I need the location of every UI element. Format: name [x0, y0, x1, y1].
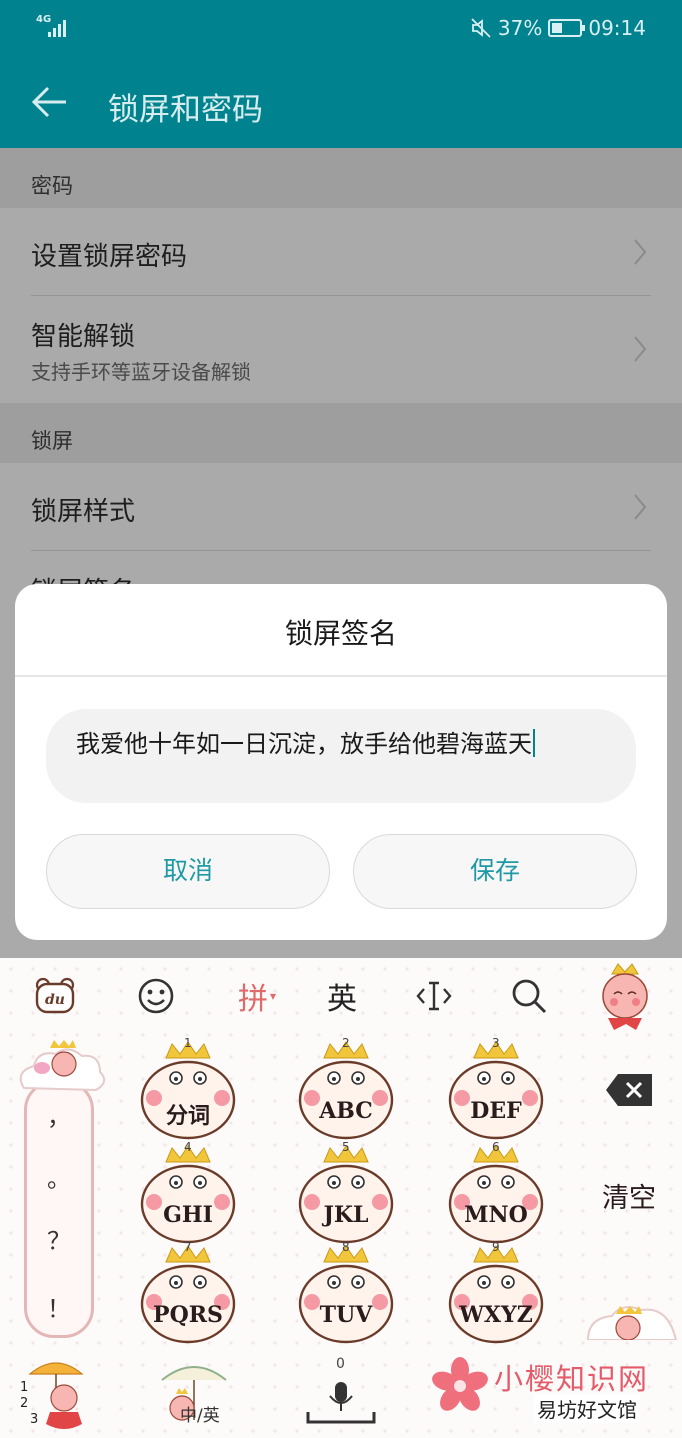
key-2[interactable]: 2 ABC [284, 1036, 408, 1140]
battery-icon [548, 19, 586, 37]
mascot-face-icon [448, 1245, 544, 1344]
key-number: 4 [184, 1140, 192, 1154]
english-mode-button[interactable]: 英 [320, 974, 364, 1018]
key-label: JKL [323, 1202, 369, 1228]
clock: 09:14 [588, 16, 646, 40]
backspace-icon[interactable] [592, 1070, 666, 1110]
punct-comma[interactable]: ， [27, 1097, 91, 1132]
key-5[interactable]: 5 JKL [284, 1140, 408, 1244]
status-bar: 4G 37% 09:14 [0, 0, 682, 56]
mute-icon [471, 18, 491, 38]
save-button[interactable]: 保存 [353, 834, 637, 909]
battery-percent: 37% [497, 16, 543, 40]
zero-label: 0 [336, 1356, 345, 1372]
du-logo-button[interactable]: du [34, 974, 76, 1018]
key-label: ABC [319, 1098, 373, 1124]
mascot-face-icon [448, 1041, 544, 1140]
key-6[interactable]: 6 MNO [434, 1140, 558, 1244]
punctuation-column: ， 。 ？ ！ [14, 1040, 106, 1340]
chevron-right-icon [634, 336, 647, 362]
mascot-face-icon [448, 1145, 544, 1244]
key-number: 1 [184, 1036, 192, 1050]
key-number: 8 [342, 1240, 350, 1254]
watermark-brand: 小樱知识网 [494, 1362, 650, 1396]
key-3[interactable]: 3 DEF [434, 1036, 558, 1140]
mascot-face-icon [140, 1145, 236, 1244]
arrow-left-icon[interactable] [30, 82, 70, 122]
watermark: 小樱知识网 易坊好文馆 [430, 1354, 675, 1436]
microphone-icon [306, 1382, 376, 1424]
mascot-face-icon [140, 1245, 236, 1344]
dialog-title: 锁屏签名 [284, 617, 397, 650]
bear-icon: du [35, 977, 75, 1014]
key-number: 6 [492, 1140, 500, 1154]
key-4[interactable]: 4 GHI [126, 1140, 250, 1244]
mascot-face-icon [298, 1145, 394, 1244]
key-number: 7 [184, 1240, 192, 1254]
setting-subtitle: 支持手环等蓝牙设备解锁 [31, 360, 251, 384]
key-number: 9 [492, 1240, 500, 1254]
signal-icon: 4G [36, 14, 76, 40]
signature-text: 我爱他十年如一日沉淀，放手给他碧海蓝天 [76, 730, 532, 758]
section-header-password: 密码 [0, 148, 682, 208]
number-switch-key[interactable]: 1 2 3 [16, 1358, 92, 1432]
setting-row-lock-password[interactable]: 设置锁屏密码 [0, 208, 682, 296]
mascot-face-icon [298, 1245, 394, 1344]
key-label: MNO [464, 1202, 528, 1228]
cancel-button[interactable]: 取消 [46, 834, 330, 909]
key-label: WXYZ [459, 1302, 533, 1328]
punct-question[interactable]: ？ [27, 1221, 91, 1256]
key-label: TUV [319, 1302, 373, 1328]
mascot-peek-icon [586, 1306, 678, 1340]
umbrella-mascot-icon [28, 1362, 84, 1429]
key-number: 2 [342, 1036, 350, 1050]
dialog-divider [15, 675, 667, 677]
key-number: 5 [342, 1140, 350, 1154]
keyboard-toolbar: du 拼 ▾ 英 [0, 958, 682, 1034]
smiley-icon[interactable] [134, 974, 178, 1018]
setting-row-lock-style[interactable]: 锁屏样式 [0, 463, 682, 551]
sakura-logo-icon [432, 1357, 488, 1411]
setting-title: 锁屏样式 [31, 497, 136, 527]
key-9[interactable]: 9 WXYZ [434, 1240, 558, 1344]
key-label: GHI [163, 1202, 213, 1228]
search-icon[interactable] [508, 974, 550, 1018]
lang-label: 中/英 [180, 1406, 220, 1426]
mascot-face-icon [298, 1041, 394, 1140]
punct-exclaim[interactable]: ！ [27, 1289, 91, 1324]
cloud-mascot-icon [19, 1040, 106, 1092]
num-label-1: 1 [20, 1380, 29, 1395]
key-label: PQRS [153, 1302, 223, 1328]
chevron-right-icon [634, 239, 647, 265]
language-switch-key[interactable]: 中/英 [150, 1358, 240, 1432]
key-8[interactable]: 8 TUV [284, 1240, 408, 1344]
page-title: 锁屏和密码 [108, 92, 263, 128]
watermark-site: 易坊好文馆 [534, 1394, 640, 1423]
signature-input[interactable]: 我爱他十年如一日沉淀，放手给他碧海蓝天 [46, 709, 636, 803]
key-label: 分词 [165, 1103, 210, 1129]
key-number: 3 [492, 1036, 500, 1050]
punctuation-panel: ， 。 ？ ！ [24, 1080, 94, 1338]
signature-dialog: 锁屏签名 我爱他十年如一日沉淀，放手给他碧海蓝天 取消 保存 [15, 584, 667, 940]
key-label: DEF [470, 1098, 522, 1124]
key-1[interactable]: 1 分词 [126, 1036, 250, 1140]
text-caret [533, 729, 535, 757]
space-voice-key[interactable]: 0 [300, 1356, 382, 1432]
section-header-lockscreen: 锁屏 [0, 403, 682, 463]
setting-title: 智能解锁 [31, 322, 136, 352]
app-bar: 锁屏和密码 [0, 56, 682, 148]
clear-button[interactable]: 清空 [592, 1176, 666, 1215]
setting-title: 设置锁屏密码 [31, 242, 188, 272]
mascot-icon[interactable] [592, 960, 658, 1034]
num-label-2: 2 [20, 1396, 29, 1411]
svg-text:du: du [45, 992, 65, 1008]
key-7[interactable]: 7 PQRS [126, 1240, 250, 1344]
setting-row-smart-unlock[interactable]: 智能解锁 支持手环等蓝牙设备解锁 [0, 296, 682, 403]
num-label-3: 3 [30, 1412, 39, 1427]
cursor-move-icon[interactable] [414, 974, 454, 1018]
chevron-right-icon [634, 494, 647, 520]
pinyin-mode-button[interactable]: 拼 ▾ [228, 974, 286, 1018]
punct-period[interactable]: 。 [27, 1159, 91, 1194]
